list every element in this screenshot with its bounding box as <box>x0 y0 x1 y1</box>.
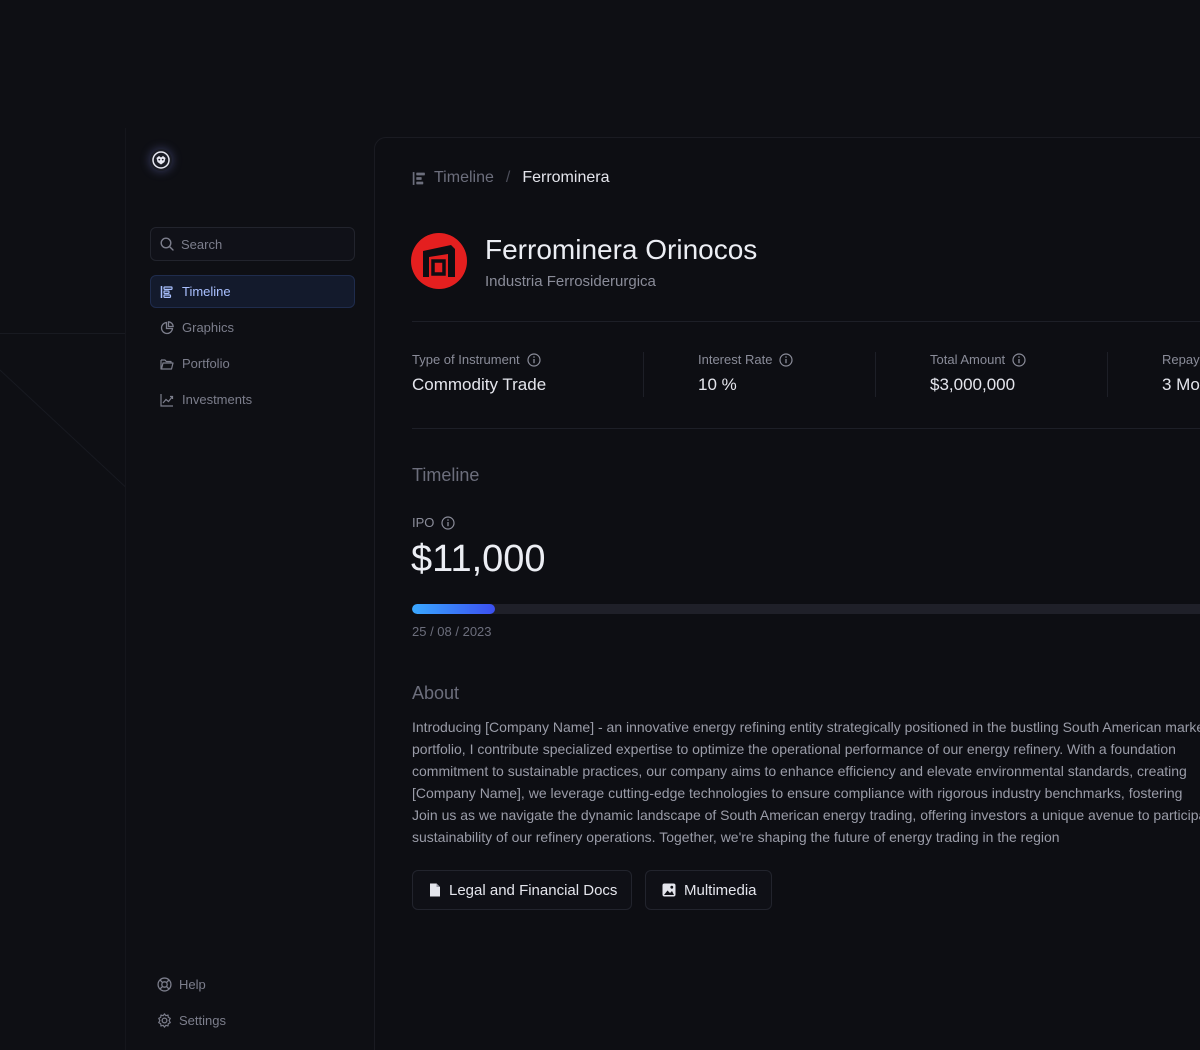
timeline-icon <box>160 285 173 298</box>
sidebar-item-label: Settings <box>179 1013 226 1028</box>
image-icon <box>662 883 676 897</box>
pie-chart-icon <box>160 320 174 334</box>
about-section-title: About <box>412 683 460 703</box>
stats-row: Type of Instrument Commodity Trade Inter… <box>412 352 1200 397</box>
sidebar-item-settings[interactable]: Settings <box>156 1004 356 1037</box>
button-label: Multimedia <box>684 881 757 899</box>
background-line <box>0 333 125 334</box>
stat-value: $3,000,000 <box>930 375 1016 394</box>
ipo-date: 25 / 08 / 2023 <box>412 624 492 639</box>
info-icon[interactable] <box>1012 352 1026 367</box>
about-description: Introducing [Company Name] - an innovati… <box>412 716 1200 848</box>
breadcrumb-current: Ferrominera <box>522 169 610 186</box>
search-box[interactable] <box>150 227 355 261</box>
button-label: Legal and Financial Docs <box>449 881 618 899</box>
ipo-amount: $11,000 <box>411 538 546 580</box>
background-line <box>0 360 129 491</box>
sidebar-item-investments[interactable]: Investments <box>150 383 355 416</box>
divider <box>412 428 1200 429</box>
about-line: Join us as we navigate the dynamic lands… <box>412 807 1200 823</box>
sidebar-item-label: Graphics <box>182 320 235 335</box>
ipo-progress-bar <box>412 604 1200 614</box>
stat-label: Total Amount <box>930 352 1006 367</box>
stat-label: Repayment Estimate <box>1162 352 1200 367</box>
timeline-section-title: Timeline <box>412 465 480 485</box>
timeline-icon <box>412 171 425 185</box>
about-line: commitment to sustainable practices, our… <box>412 763 1187 779</box>
legal-financial-docs-button[interactable]: Legal and Financial Docs <box>412 870 633 910</box>
sidebar-item-graphics[interactable]: Graphics <box>150 311 355 344</box>
info-icon[interactable] <box>779 352 794 367</box>
about-line: portfolio, I contribute specialized expe… <box>412 741 1176 757</box>
lifebuoy-icon <box>157 977 172 992</box>
sidebar-item-label: Timeline <box>182 284 231 299</box>
company-name: Ferrominera Orinocos <box>485 234 758 265</box>
sidebar: Timeline Graphics Portfolio <box>125 128 374 1050</box>
stat-value: 10 % <box>698 375 737 394</box>
stat-interest-rate: Interest Rate 10 % <box>644 352 876 397</box>
breadcrumb-parent-link[interactable]: Timeline <box>434 169 494 187</box>
ipo-label: IPO <box>412 515 456 530</box>
sidebar-bottom-nav: Help Settings <box>156 968 356 1040</box>
sidebar-item-label: Portfolio <box>182 356 230 371</box>
sidebar-item-portfolio[interactable]: Portfolio <box>150 347 355 380</box>
about-line: Introducing [Company Name] - an innovati… <box>412 719 1200 735</box>
sidebar-item-label: Investments <box>182 392 253 407</box>
info-icon[interactable] <box>441 515 456 530</box>
company-subtitle: Industria Ferrosiderurgica <box>485 273 656 290</box>
app-window: Timeline Graphics Portfolio <box>0 0 1200 1050</box>
stat-label: Type of Instrument <box>412 352 520 367</box>
search-input[interactable] <box>181 236 341 252</box>
breadcrumb: Timeline / Ferrominera <box>412 169 609 187</box>
stat-value: Commodity Trade <box>412 375 547 394</box>
folder-icon <box>160 358 174 370</box>
info-icon[interactable] <box>527 352 541 367</box>
about-line: sustainability of our refinery operation… <box>412 829 1060 845</box>
stat-label: Interest Rate <box>698 352 773 367</box>
sidebar-item-timeline[interactable]: Timeline <box>150 275 355 308</box>
multimedia-button[interactable]: Multimedia <box>645 870 772 910</box>
breadcrumb-separator: / <box>505 169 511 186</box>
sidebar-nav: Timeline Graphics Portfolio Investments <box>150 275 355 419</box>
stat-value: 3 Months <box>1162 375 1200 394</box>
ipo-label-text: IPO <box>412 515 435 530</box>
stat-total-amount: Total Amount $3,000,000 <box>876 352 1108 397</box>
document-icon <box>430 883 440 897</box>
sidebar-item-help[interactable]: Help <box>156 968 356 1001</box>
main-panel: Timeline / Ferrominera Ferrominera Orino… <box>374 137 1200 1050</box>
search-icon <box>160 237 174 251</box>
trending-up-icon <box>160 393 174 407</box>
stat-instrument-type: Type of Instrument Commodity Trade <box>412 352 644 397</box>
divider <box>412 321 1200 322</box>
ipo-progress-fill <box>412 604 495 614</box>
about-line: [Company Name], we leverage cutting-edge… <box>412 785 1183 801</box>
sidebar-item-label: Help <box>179 977 206 992</box>
app-logo-icon[interactable] <box>150 149 172 171</box>
company-logo-icon <box>411 233 467 289</box>
gear-icon <box>158 1013 171 1028</box>
stat-repayment-estimate: Repayment Estimate 3 Months <box>1108 352 1200 397</box>
